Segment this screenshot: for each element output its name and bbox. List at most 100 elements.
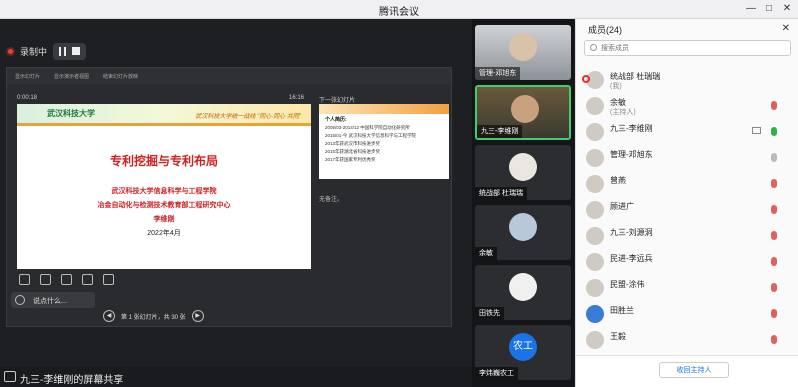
members-title: 成员(24) [588,25,623,35]
elapsed-timer: 0:00:18 [17,95,38,101]
member-name: 曾燕 [610,176,626,185]
slide-motto: 武汉科技大学统一战线 "同心·同心 共同" [195,114,301,120]
video-tile-active-speaker[interactable]: 九三-李维刚 [475,85,571,140]
mic-on-icon[interactable] [771,127,777,136]
reclaim-host-button[interactable]: 收回主持人 [659,362,729,378]
panel-footer: 收回主持人 [576,355,798,387]
thumb-line: 2015/01-今 武汉科技大学信息科学与工程学院 [325,133,417,138]
previous-slide-button[interactable]: ◀ [103,310,115,322]
avatar [586,97,604,115]
thumb-line: 2013年获武汉市科技进步奖 [325,141,381,146]
member-name: 王毅 [610,332,626,341]
mic-icon[interactable] [771,153,777,162]
chat-placeholder: 说点什么... [33,298,67,305]
member-row[interactable]: 民进-李远兵 [576,249,798,275]
member-name: 民进-李远兵 [610,254,653,263]
member-row[interactable]: 统战部 杜瑞瑞 (我) [576,67,798,93]
zoom-icon[interactable] [61,274,72,285]
pause-recording-button[interactable] [59,46,67,56]
video-tile[interactable]: 统战部 杜瑞瑞 [475,145,571,200]
thumb-line: 2015年获湖北省科技进步奖 [325,149,381,154]
share-status-bar: 九三-李维刚的屏幕共享 [0,367,472,387]
screen-icon[interactable] [82,274,93,285]
next-slide-label: 下一张幻灯片 [319,98,356,104]
member-name: 顾进广 [610,202,634,211]
slides-grid-icon[interactable] [40,274,51,285]
presenter-toolbar-item[interactable]: 显示幻灯片 [15,73,40,80]
member-row[interactable]: 管理-邓旭东 [576,145,798,171]
presenter-view: 显示幻灯片 显示演示者视图 结束幻灯片放映 0:00:18 16:16 下一张幻… [6,67,452,327]
member-row[interactable]: 民盟-涂伟 [576,275,798,301]
member-row[interactable]: 曾燕 [576,171,798,197]
more-icon[interactable] [103,274,114,285]
recording-label: 录制中 [20,46,48,57]
close-panel-icon[interactable]: ✕ [782,23,790,34]
tile-name: 李炜巍农工 [475,367,518,380]
thumb-banner [319,104,449,114]
video-column: 管理-邓旭东 九三-李维刚 统战部 杜瑞瑞 余敏 田铁先 农工 李炜巍农工 [472,19,574,387]
screen-share-icon [752,127,761,134]
search-input[interactable] [601,42,781,54]
slide-title: 专利挖掘与专利布局 [109,154,218,168]
mic-muted-icon[interactable] [771,205,777,214]
window-title: 腾讯会议 [379,7,419,18]
member-row[interactable]: 王毅 [576,327,798,353]
member-role: (我) [610,83,622,90]
avatar [586,149,604,167]
avatar [586,175,604,193]
recording-icon [582,75,590,83]
participant-face [509,33,537,61]
shared-screen-stage: 录制中 显示幻灯片 显示演示者视图 结束幻灯片放映 0:00:18 16:16 … [0,19,472,387]
maximize-icon[interactable]: □ [762,2,776,16]
pen-icon[interactable] [19,274,30,285]
member-name: 民盟-涂伟 [610,280,645,289]
tile-name: 管理-邓旭东 [475,67,521,80]
title-bar: 腾讯会议 — □ ✕ [0,0,798,19]
avatar [586,305,604,323]
next-slide-thumbnail[interactable]: 个人简历: 2005/03-2014/12 中国科学院自动化研究所 2015/0… [319,104,449,179]
slide-counter: 第 1 张幻灯片，共 30 张 [121,314,186,321]
mic-muted-icon[interactable] [771,283,777,292]
video-tile[interactable]: 田铁先 [475,265,571,320]
thumb-line: 2005/03-2014/12 中国科学院自动化研究所 [325,125,410,130]
screen-share-icon [4,371,16,382]
slide-author: 李维刚 [153,216,175,223]
mic-muted-icon[interactable] [771,179,777,188]
member-row[interactable]: 田胜兰 [576,301,798,327]
video-tile[interactable]: 余敏 [475,205,571,260]
chat-input[interactable]: 说点什么... [11,292,95,308]
member-search[interactable] [584,40,791,56]
member-name: 九三-刘源洞 [610,228,653,237]
close-icon[interactable]: ✕ [780,2,794,16]
presenter-toolbar-item[interactable]: 结束幻灯片放映 [103,73,138,80]
video-tile[interactable]: 管理-邓旭东 [475,25,571,80]
mic-muted-icon[interactable] [771,231,777,240]
tile-name: 田铁先 [475,307,504,320]
mic-muted-icon[interactable] [771,309,777,318]
recording-indicator: 录制中 [6,41,87,61]
mic-muted-icon[interactable] [771,257,777,266]
next-slide-button[interactable]: ▶ [191,310,204,322]
presenter-toolbar: 显示幻灯片 显示演示者视图 结束幻灯片放映 [7,68,451,84]
member-row[interactable]: 九三-刘源洞 [576,223,798,249]
mic-muted-icon[interactable] [771,335,777,344]
avatar [586,279,604,297]
avatar [586,331,604,349]
emoji-icon[interactable] [15,295,25,305]
member-row[interactable]: 顾进广 [576,197,798,223]
clock: 16:16 [289,95,305,101]
member-row[interactable]: 九三-李维刚 [576,119,798,145]
tile-name: 九三-李维刚 [477,125,523,138]
stop-recording-button[interactable] [72,46,81,55]
member-row[interactable]: 余敏 (主持人) [576,93,798,119]
avatar [509,273,537,301]
member-name: 田胜兰 [610,306,634,315]
slide-line: 冶金自动化与检测技术教育部工程研究中心 [97,202,231,209]
search-icon [590,44,597,51]
presenter-toolbar-item[interactable]: 显示演示者视图 [54,73,89,80]
video-tile[interactable]: 农工 李炜巍农工 [475,325,571,380]
tile-name: 余敏 [475,247,497,260]
tile-name: 统战部 杜瑞瑞 [475,187,527,200]
minimize-icon[interactable]: — [744,2,758,16]
mic-muted-icon[interactable] [771,101,777,110]
